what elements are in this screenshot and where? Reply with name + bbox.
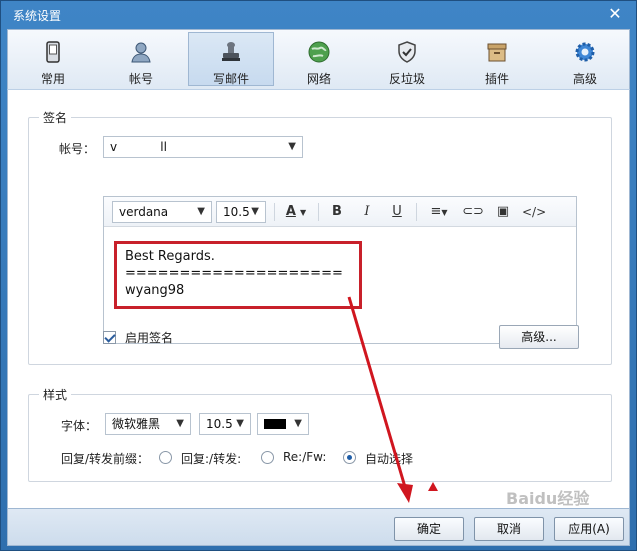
tab-label: 写邮件 [212, 72, 249, 86]
underline-icon[interactable]: U [386, 202, 408, 222]
chevron-down-icon: ▼ [300, 208, 307, 217]
editor-toolbar: verdana ▼ 10.5 ▼ A ▼ B I U ≡▼ ⊂⊃ ▣ </> [104, 197, 576, 227]
chevron-down-icon: ▼ [288, 141, 296, 152]
bold-icon[interactable]: B [326, 202, 348, 222]
chevron-down-icon: ▼ [197, 206, 205, 217]
image-icon[interactable]: ▣ [492, 202, 514, 222]
account-select[interactable]: v ll ▼ [103, 136, 303, 158]
font-color-icon: A [285, 204, 296, 219]
settings-window: 系统设置 ✕ 常用 帐号 写邮件 网络 反垃圾 插件 高级 签名 帐号： v l… [0, 0, 637, 551]
prefix-option-label: 回复:/转发: [181, 452, 242, 466]
font-label: 字体： [61, 419, 98, 433]
advanced-button[interactable]: 高级... [499, 325, 579, 349]
account-label: 帐号： [59, 142, 96, 156]
signature-editor[interactable]: verdana ▼ 10.5 ▼ A ▼ B I U ≡▼ ⊂⊃ ▣ </> B… [103, 196, 577, 344]
tab-label: 常用 [40, 72, 65, 86]
editor-size-select[interactable]: 10.5 ▼ [216, 201, 266, 223]
font-color-button[interactable]: A ▼ [280, 202, 312, 222]
chevron-down-icon: ▼ [251, 206, 259, 217]
editor-font-select[interactable]: verdana ▼ [112, 201, 212, 223]
code-icon[interactable]: </> [522, 202, 546, 222]
style-group: 样式 字体： 微软雅黑 ▼ 10.5 ▼ ▼ 回复/转发前缀： 回复:/转发: … [28, 386, 612, 482]
italic-icon[interactable]: I [356, 202, 378, 222]
color-swatch [264, 419, 286, 429]
editor-font-value: verdana [119, 205, 169, 219]
toolbar-divider [274, 203, 275, 221]
account-value: v ll [110, 140, 167, 154]
align-icon[interactable]: ≡▼ [424, 202, 454, 222]
chevron-down-icon: ▼ [294, 418, 302, 429]
tab-antispam[interactable]: 反垃圾 [364, 32, 450, 86]
settings-content: 签名 帐号： v ll ▼ verdana ▼ 10.5 ▼ A ▼ B I U… [7, 89, 630, 509]
window-title: 系统设置 [13, 9, 62, 23]
chevron-down-icon: ▼ [236, 418, 244, 429]
dialog-footer: 确定 取消 应用(A) [7, 509, 630, 546]
prefix-radio-refw[interactable] [261, 451, 274, 464]
tab-compose[interactable]: 写邮件 [188, 32, 274, 86]
editor-size-value: 10.5 [223, 205, 250, 219]
chevron-down-icon: ▼ [176, 418, 184, 429]
ok-button[interactable]: 确定 [394, 517, 464, 541]
color-select[interactable]: ▼ [257, 413, 309, 435]
cancel-button[interactable]: 取消 [474, 517, 544, 541]
close-icon[interactable]: ✕ [606, 5, 624, 23]
box-icon [487, 43, 507, 62]
link-icon[interactable]: ⊂⊃ [462, 202, 484, 222]
size-select[interactable]: 10.5 ▼ [199, 413, 251, 435]
font-select[interactable]: 微软雅黑 ▼ [105, 413, 191, 435]
toolbar-divider [318, 203, 319, 221]
size-value: 10.5 [206, 417, 233, 431]
phone-icon [46, 41, 60, 63]
prefix-radio-chinese[interactable] [159, 451, 172, 464]
prefix-option-label: Re:/Fw: [283, 450, 327, 464]
signature-text[interactable]: Best Regards. ==================== wyang… [114, 241, 362, 309]
tab-label: 高级 [572, 72, 597, 86]
prefix-radio-auto[interactable] [343, 451, 356, 464]
apply-button[interactable]: 应用(A) [554, 517, 624, 541]
shield-icon [398, 41, 416, 63]
tab-label: 反垃圾 [388, 72, 425, 86]
tab-label: 插件 [484, 72, 509, 86]
prefix-option-label: 自动选择 [365, 452, 414, 466]
tab-general[interactable]: 常用 [10, 32, 96, 86]
font-value: 微软雅黑 [112, 417, 161, 431]
watermark-text: Baidu经验 [506, 489, 590, 508]
tab-label: 网络 [306, 72, 331, 86]
tab-account[interactable]: 帐号 [98, 32, 184, 86]
prefix-label: 回复/转发前缀： [61, 452, 150, 466]
tab-plugins[interactable]: 插件 [454, 32, 540, 86]
signature-legend: 签名 [39, 109, 72, 126]
stamp-icon [222, 42, 240, 61]
enable-signature-label: 启用签名 [125, 331, 174, 345]
tab-label: 帐号 [128, 72, 153, 86]
tab-advanced[interactable]: 高级 [542, 32, 628, 86]
title-bar: 系统设置 ✕ [1, 1, 636, 29]
enable-signature-checkbox[interactable] [103, 331, 116, 344]
gear-icon [575, 42, 595, 62]
signature-group: 签名 帐号： v ll ▼ verdana ▼ 10.5 ▼ A ▼ B I U… [28, 109, 612, 365]
user-icon [131, 42, 151, 63]
settings-toolbar: 常用 帐号 写邮件 网络 反垃圾 插件 高级 [7, 29, 630, 89]
globe-icon [308, 41, 330, 63]
toolbar-divider [416, 203, 417, 221]
tab-network[interactable]: 网络 [276, 32, 362, 86]
style-legend: 样式 [39, 386, 72, 403]
